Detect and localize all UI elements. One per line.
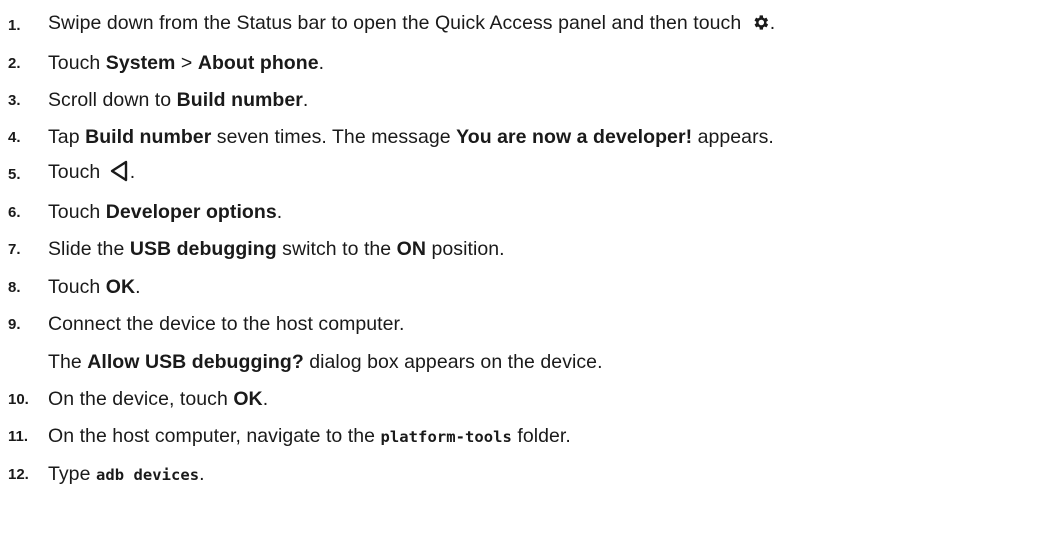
step-number: 9. bbox=[8, 315, 21, 333]
code-command: adb devices bbox=[95, 465, 200, 484]
step-text: Slide the USB debugging switch to the ON… bbox=[48, 237, 505, 260]
step-number: 6. bbox=[8, 203, 21, 221]
step-text: Tap Build number seven times. The messag… bbox=[48, 125, 774, 148]
step-number: 10. bbox=[8, 390, 29, 408]
step-text: Touch OK. bbox=[48, 275, 141, 298]
step-number: 8. bbox=[8, 278, 21, 296]
back-icon bbox=[109, 160, 129, 188]
step-number: 11. bbox=[8, 427, 29, 445]
step-text: Connect the device to the host computer. bbox=[48, 312, 405, 335]
step-text: Touch . bbox=[48, 160, 135, 188]
step-text: Touch Developer options. bbox=[48, 200, 283, 223]
step-number: 2. bbox=[8, 54, 21, 72]
step-number: 5. bbox=[8, 165, 21, 183]
step-text: On the device, touch OK. bbox=[48, 387, 269, 410]
code-folder-name: platform-tools bbox=[380, 427, 512, 446]
step-number: 4. bbox=[8, 128, 21, 146]
step-number: 12. bbox=[8, 465, 29, 483]
step-text: The Allow USB debugging? dialog box appe… bbox=[48, 350, 603, 373]
step-text: Swipe down from the Status bar to open t… bbox=[48, 12, 775, 38]
step-text: Type adb devices. bbox=[48, 462, 205, 485]
step-number: 1. bbox=[8, 16, 21, 34]
step-text: Scroll down to Build number. bbox=[48, 88, 309, 111]
step-number: 7. bbox=[8, 240, 21, 258]
gear-icon bbox=[751, 13, 770, 38]
step-number: 3. bbox=[8, 91, 21, 109]
step-text: Touch System > About phone. bbox=[48, 51, 325, 74]
step-text: On the host computer, navigate to the pl… bbox=[48, 424, 571, 447]
